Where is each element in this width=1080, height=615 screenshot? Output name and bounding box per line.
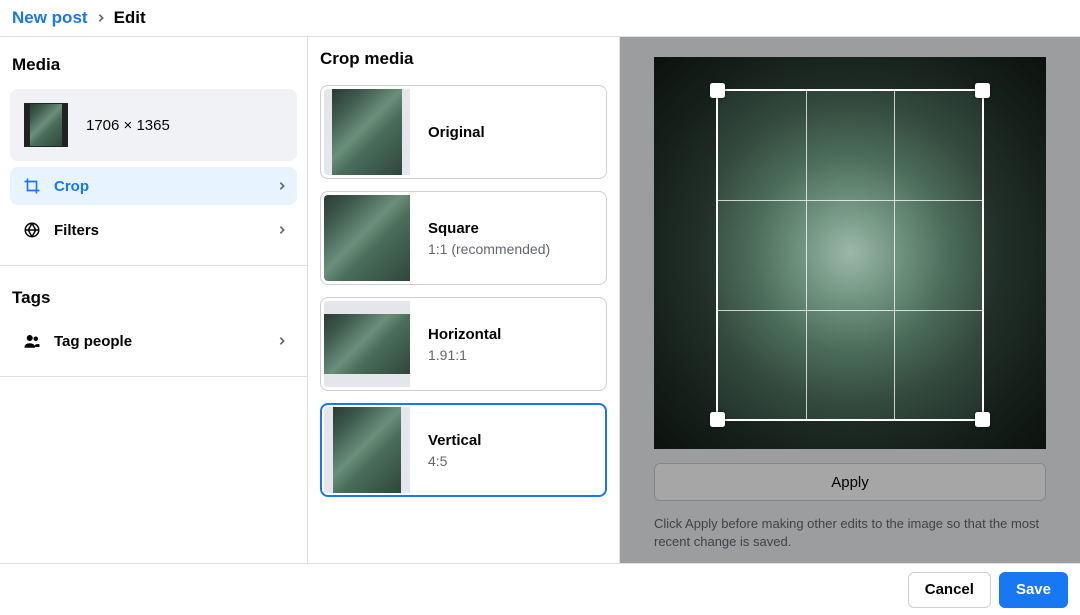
succulent-thumb-icon bbox=[324, 314, 410, 374]
crop-option-sub: 1:1 (recommended) bbox=[428, 241, 550, 257]
crop-thumb bbox=[324, 301, 410, 387]
crop-option-sub: 1.91:1 bbox=[428, 347, 501, 363]
crop-thumb bbox=[324, 89, 410, 175]
media-section-title: Media bbox=[10, 49, 297, 83]
grid-line bbox=[894, 91, 895, 419]
crop-option-name: Horizontal bbox=[428, 326, 501, 343]
people-icon bbox=[22, 332, 42, 350]
crop-media-title: Crop media bbox=[320, 49, 607, 73]
tags-section-title: Tags bbox=[10, 282, 297, 316]
crop-option-horizontal[interactable]: Horizontal 1.91:1 bbox=[320, 297, 607, 391]
preview-panel: Apply Click Apply before making other ed… bbox=[620, 37, 1080, 563]
crop-handle-tl[interactable] bbox=[710, 83, 725, 98]
sidebar: Media 1706 × 1365 Crop Filters bbox=[0, 37, 308, 563]
sidebar-item-label: Filters bbox=[54, 222, 99, 239]
sidebar-item-filters[interactable]: Filters bbox=[10, 211, 297, 249]
crop-option-square[interactable]: Square 1:1 (recommended) bbox=[320, 191, 607, 285]
breadcrumb-current: Edit bbox=[114, 8, 146, 28]
crop-handle-br[interactable] bbox=[975, 412, 990, 427]
crop-handle-tr[interactable] bbox=[975, 83, 990, 98]
sidebar-item-label: Tag people bbox=[54, 333, 132, 350]
crop-thumb bbox=[324, 195, 410, 281]
chevron-right-icon bbox=[277, 225, 287, 235]
chevron-right-icon bbox=[96, 13, 106, 23]
crop-option-sub: 4:5 bbox=[428, 453, 481, 469]
succulent-thumb-icon bbox=[333, 407, 401, 493]
crop-thumb bbox=[324, 407, 410, 493]
crop-option-name: Vertical bbox=[428, 432, 481, 449]
divider bbox=[0, 376, 307, 377]
succulent-thumb-icon bbox=[29, 103, 63, 147]
sidebar-item-label: Crop bbox=[54, 178, 89, 195]
crop-handle-bl[interactable] bbox=[710, 412, 725, 427]
cancel-button[interactable]: Cancel bbox=[908, 572, 991, 608]
divider bbox=[0, 265, 307, 266]
media-thumbnail-card[interactable]: 1706 × 1365 bbox=[10, 89, 297, 161]
breadcrumb: New post Edit bbox=[0, 0, 1080, 37]
footer: Cancel Save bbox=[0, 563, 1080, 615]
crop-option-name: Square bbox=[428, 220, 550, 237]
crop-icon bbox=[22, 177, 42, 195]
chevron-right-icon bbox=[277, 336, 287, 346]
crop-option-vertical[interactable]: Vertical 4:5 bbox=[320, 403, 607, 497]
crop-box[interactable] bbox=[716, 89, 984, 421]
sidebar-item-tag-people[interactable]: Tag people bbox=[10, 322, 297, 360]
chevron-right-icon bbox=[277, 181, 287, 191]
succulent-thumb-icon bbox=[324, 195, 410, 281]
grid-line bbox=[718, 200, 982, 201]
media-thumbnail bbox=[24, 103, 68, 147]
crop-stage[interactable] bbox=[654, 57, 1046, 449]
aperture-icon bbox=[22, 221, 42, 239]
media-dimensions: 1706 × 1365 bbox=[86, 117, 170, 134]
apply-button[interactable]: Apply bbox=[654, 463, 1046, 501]
crop-media-panel: Crop media Original Square 1:1 (recommen… bbox=[308, 37, 620, 563]
crop-option-name: Original bbox=[428, 124, 485, 141]
grid-line bbox=[718, 310, 982, 311]
apply-hint-text: Click Apply before making other edits to… bbox=[654, 515, 1046, 551]
save-button[interactable]: Save bbox=[999, 572, 1068, 608]
succulent-thumb-icon bbox=[332, 89, 402, 175]
main-area: Media 1706 × 1365 Crop Filters bbox=[0, 37, 1080, 563]
sidebar-item-crop[interactable]: Crop bbox=[10, 167, 297, 205]
grid-line bbox=[806, 91, 807, 419]
breadcrumb-root-link[interactable]: New post bbox=[12, 8, 88, 28]
crop-option-original[interactable]: Original bbox=[320, 85, 607, 179]
